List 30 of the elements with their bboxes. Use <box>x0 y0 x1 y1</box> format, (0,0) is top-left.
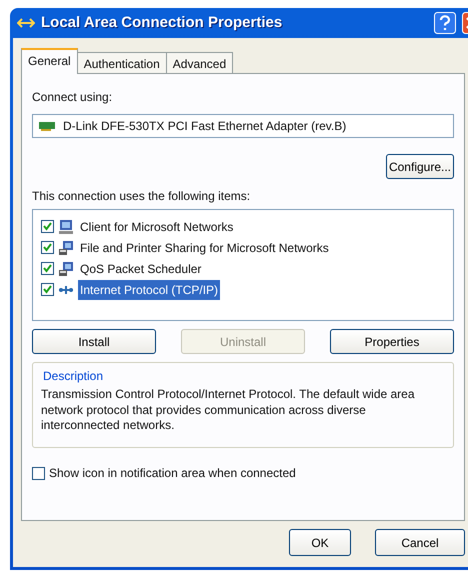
list-item[interactable]: Client for Microsoft Networks <box>78 216 236 236</box>
computer-icon <box>58 240 74 256</box>
tab[interactable]: Advanced <box>166 52 234 74</box>
connect-using-label: Connect using: <box>32 89 114 106</box>
action-button[interactable]: Properties <box>330 329 454 354</box>
checkbox[interactable] <box>41 220 54 233</box>
checkbox[interactable] <box>41 241 54 254</box>
configure-button[interactable]: Configure... <box>386 154 454 179</box>
network-icon <box>58 284 74 296</box>
computer-icon <box>58 218 74 234</box>
window-title: Local Area Connection Properties <box>41 12 282 33</box>
computer-icon <box>58 260 74 276</box>
tab[interactable]: Authentication <box>76 52 167 74</box>
description-text: Transmission Control Protocol/Internet Protocol. The default wide area network protocol that provides communication across diverse interconnected networks. <box>41 387 416 434</box>
ok-button[interactable]: OK <box>289 529 351 556</box>
checkbox-label: Show icon in notification area when connected <box>49 465 296 482</box>
network-card-icon <box>39 121 55 131</box>
list-item[interactable]: QoS Packet Scheduler <box>78 258 204 278</box>
components-label: This connection uses the following items: <box>32 188 252 205</box>
list-item[interactable]: File and Printer Sharing for Microsoft Networks <box>78 238 331 258</box>
adapter-field: D-Link DFE-530TX PCI Fast Ethernet Adapter (rev.B) <box>32 114 454 138</box>
checkbox[interactable] <box>41 283 54 296</box>
action-button[interactable]: Install <box>32 329 156 354</box>
checkbox[interactable] <box>32 466 45 480</box>
cancel-button[interactable]: Cancel <box>375 529 465 556</box>
help-icon[interactable] <box>434 12 456 34</box>
network-icon <box>17 16 35 30</box>
tab[interactable]: General <box>21 48 78 74</box>
checkbox[interactable] <box>41 262 54 275</box>
list-item[interactable]: Internet Protocol (TCP/IP) <box>78 280 220 300</box>
